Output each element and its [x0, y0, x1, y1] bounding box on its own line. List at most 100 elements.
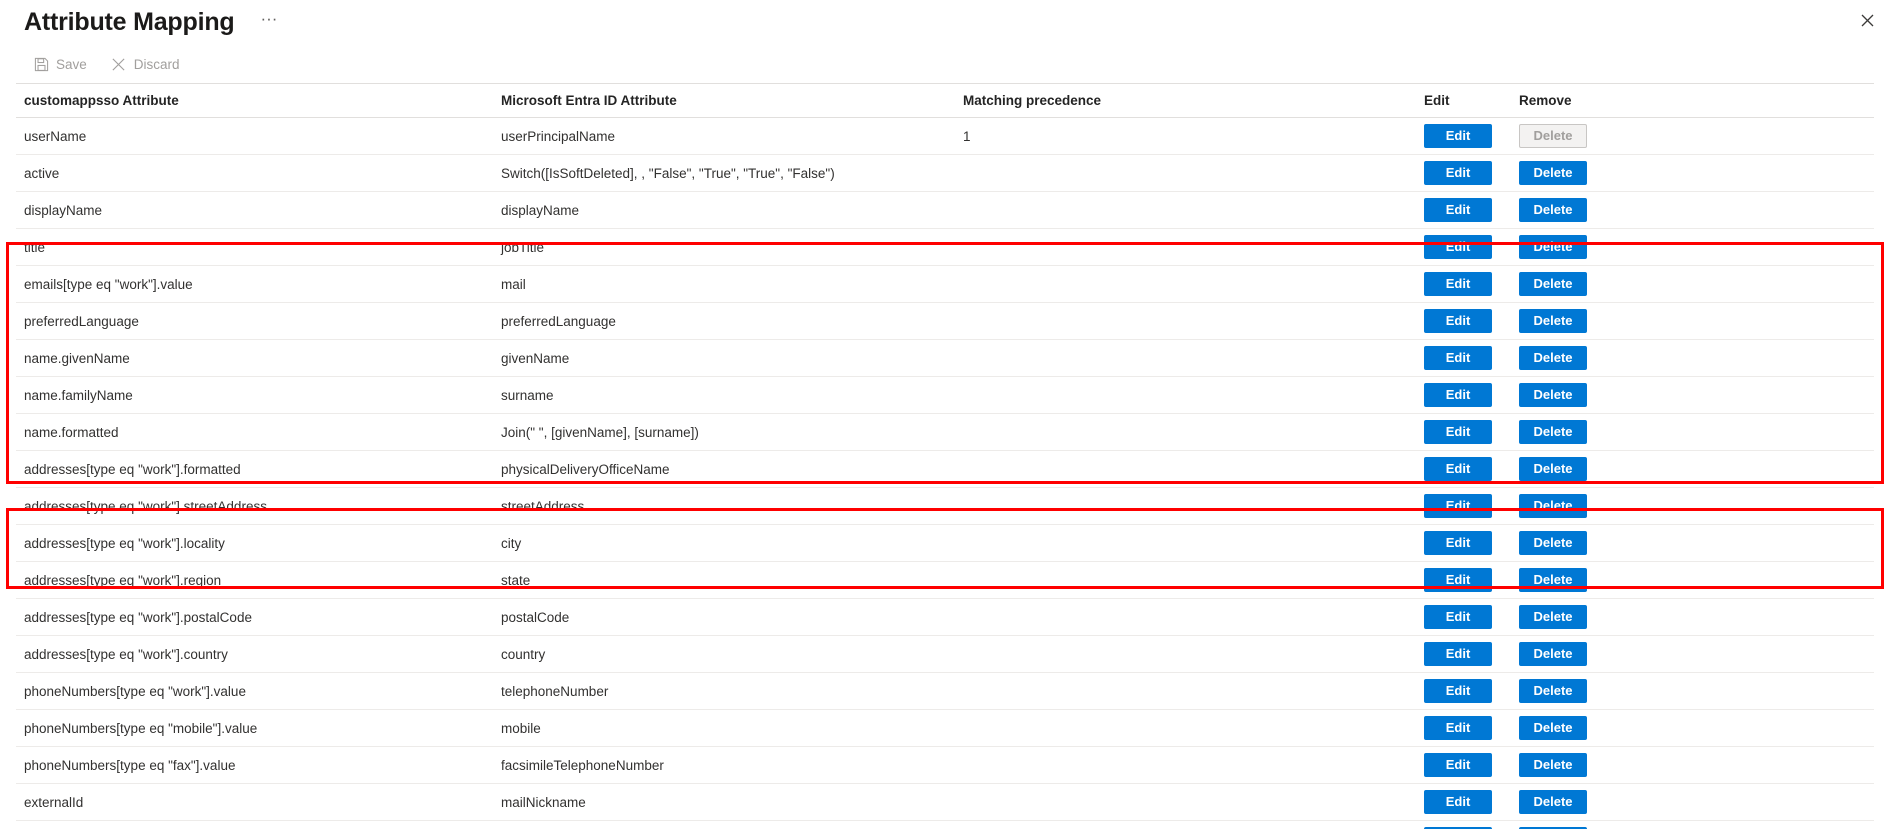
cell-source-attribute: addresses[type eq "work"].locality [16, 524, 493, 562]
cell-target-attribute: physicalDeliveryOfficeName [493, 450, 955, 488]
table-row: phoneNumbers[type eq "fax"].value facsimi… [16, 746, 1874, 784]
cell-remove: Delete [1511, 302, 1874, 340]
delete-button[interactable]: Delete [1519, 568, 1587, 592]
edit-button[interactable]: Edit [1424, 346, 1492, 370]
cell-matching-precedence [955, 524, 1416, 562]
edit-button[interactable]: Edit [1424, 790, 1492, 814]
edit-button[interactable]: Edit [1424, 420, 1492, 444]
cell-matching-precedence [955, 746, 1416, 784]
column-header-edit: Edit [1416, 84, 1511, 118]
delete-button[interactable]: Delete [1519, 679, 1587, 703]
cell-target-attribute: mobile [493, 709, 955, 747]
edit-button[interactable]: Edit [1424, 605, 1492, 629]
table-body: userName userPrincipalName 1 Edit Delete acti… [16, 117, 1874, 829]
edit-button[interactable]: Edit [1424, 568, 1492, 592]
cell-edit: Edit [1416, 635, 1511, 673]
cell-source-attribute: addresses[type eq "work"].formatted [16, 450, 493, 488]
table-row: addresses[type eq "work"].streetAddress s… [16, 487, 1874, 525]
cell-edit: Edit [1416, 524, 1511, 562]
edit-button[interactable]: Edit [1424, 198, 1492, 222]
cell-source-attribute: displayName [16, 191, 493, 229]
table-row: name.formatted Join(" ", [givenName], [su… [16, 413, 1874, 451]
delete-button[interactable]: Delete [1519, 457, 1587, 481]
delete-button[interactable]: Delete [1519, 383, 1587, 407]
attribute-mapping-page: Attribute Mapping ··· Save Discard custo… [0, 0, 1890, 829]
cell-source-attribute: name.formatted [16, 413, 493, 451]
delete-button[interactable]: Delete [1519, 309, 1587, 333]
edit-button[interactable]: Edit [1424, 235, 1492, 259]
cell-remove: Delete [1511, 746, 1874, 784]
edit-button[interactable]: Edit [1424, 716, 1492, 740]
cell-target-attribute: displayName [493, 191, 955, 229]
cell-source-attribute: userName [16, 117, 493, 155]
cell-source-attribute: addresses[type eq "work"].region [16, 561, 493, 599]
edit-button[interactable]: Edit [1424, 753, 1492, 777]
edit-button[interactable]: Edit [1424, 531, 1492, 555]
cell-target-attribute: mail [493, 265, 955, 303]
save-icon [33, 56, 49, 72]
delete-button[interactable]: Delete [1519, 642, 1587, 666]
column-header-precedence: Matching precedence [955, 84, 1416, 118]
close-icon[interactable] [1854, 7, 1880, 33]
cell-edit: Edit [1416, 746, 1511, 784]
table-row: emails[type eq "work"].value mail Edit Dele… [16, 265, 1874, 303]
delete-button[interactable]: Delete [1519, 198, 1587, 222]
save-button-label: Save [56, 56, 87, 72]
cell-edit: Edit [1416, 413, 1511, 451]
edit-button[interactable]: Edit [1424, 494, 1492, 518]
cell-remove: Delete [1511, 117, 1874, 155]
delete-button[interactable]: Delete [1519, 790, 1587, 814]
cell-remove: Delete [1511, 487, 1874, 525]
delete-button[interactable]: Delete [1519, 716, 1587, 740]
cell-remove: Delete [1511, 820, 1874, 829]
cell-matching-precedence [955, 450, 1416, 488]
discard-button[interactable]: Discard [102, 52, 189, 76]
cell-remove: Delete [1511, 561, 1874, 599]
cell-remove: Delete [1511, 450, 1874, 488]
edit-button[interactable]: Edit [1424, 642, 1492, 666]
table-row: title jobTitle Edit Delete [16, 228, 1874, 266]
table-row: addresses[type eq "work"].postalCode post… [16, 598, 1874, 636]
more-options-icon[interactable]: ··· [254, 10, 283, 33]
delete-button[interactable]: Delete [1519, 420, 1587, 444]
edit-button[interactable]: Edit [1424, 124, 1492, 148]
cell-matching-precedence [955, 302, 1416, 340]
edit-button[interactable]: Edit [1424, 383, 1492, 407]
delete-button[interactable]: Delete [1519, 531, 1587, 555]
cell-target-attribute: Switch([IsSoftDeleted], , "False", "True… [493, 154, 955, 192]
cell-matching-precedence [955, 265, 1416, 303]
cell-source-attribute: phoneNumbers[type eq "work"].value [16, 672, 493, 710]
command-bar: Save Discard [0, 45, 1890, 83]
edit-button[interactable]: Edit [1424, 161, 1492, 185]
delete-button[interactable]: Delete [1519, 235, 1587, 259]
page-header: Attribute Mapping ··· [0, 0, 1890, 45]
cell-matching-precedence [955, 487, 1416, 525]
cell-matching-precedence [955, 413, 1416, 451]
cell-edit: Edit [1416, 561, 1511, 599]
cell-source-attribute: title [16, 228, 493, 266]
edit-button[interactable]: Edit [1424, 679, 1492, 703]
cell-source-attribute: active [16, 154, 493, 192]
save-button[interactable]: Save [24, 52, 96, 76]
cell-edit: Edit [1416, 265, 1511, 303]
column-header-target: Microsoft Entra ID Attribute [493, 84, 955, 118]
cell-edit: Edit [1416, 487, 1511, 525]
delete-button[interactable]: Delete [1519, 605, 1587, 629]
cell-target-attribute: Join(" ", [givenName], [surname]) [493, 413, 955, 451]
cell-edit: Edit [1416, 820, 1511, 829]
table-row: addresses[type eq "work"].locality city Ed… [16, 524, 1874, 562]
delete-button[interactable]: Delete [1519, 272, 1587, 296]
delete-button[interactable]: Delete [1519, 161, 1587, 185]
edit-button[interactable]: Edit [1424, 457, 1492, 481]
table-row: urn:ietf:params:scim:schemas:extension:e… [16, 820, 1874, 829]
edit-button[interactable]: Edit [1424, 272, 1492, 296]
delete-button[interactable]: Delete [1519, 346, 1587, 370]
table-row: phoneNumbers[type eq "work"].value teleph… [16, 672, 1874, 710]
cell-target-attribute: telephoneNumber [493, 672, 955, 710]
cell-matching-precedence [955, 191, 1416, 229]
cell-remove: Delete [1511, 228, 1874, 266]
delete-button[interactable]: Delete [1519, 494, 1587, 518]
edit-button[interactable]: Edit [1424, 309, 1492, 333]
cell-target-attribute: jobTitle [493, 228, 955, 266]
delete-button[interactable]: Delete [1519, 753, 1587, 777]
